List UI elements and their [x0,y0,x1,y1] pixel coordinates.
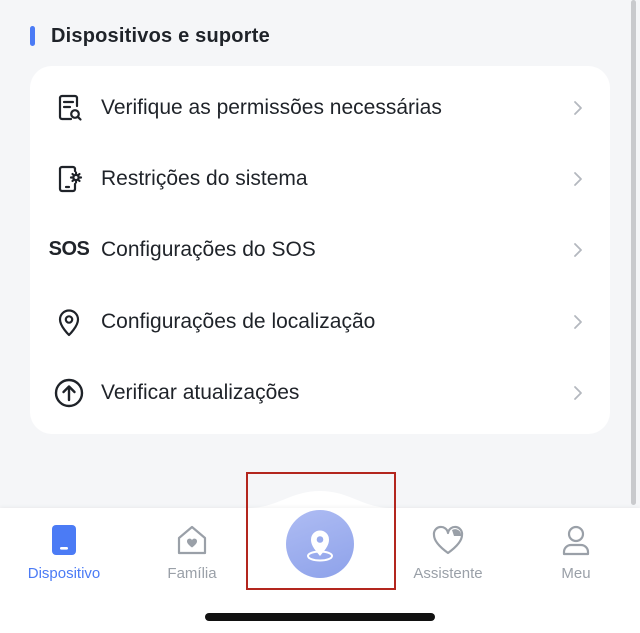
device-icon [46,522,82,558]
menu-item-check-updates[interactable]: Verificar atualizações [30,357,610,428]
location-pin-icon [307,530,333,562]
chevron-right-icon [574,100,582,115]
upload-arrow-icon [50,374,88,412]
menu-item-label: Configurações de localização [101,309,376,333]
section-header: Dispositivos e suporte [30,24,270,48]
settings-card: Verifique as permissões necessárias Rest… [30,66,610,434]
menu-item-label: Restrições do sistema [101,166,308,190]
menu-item-permissions[interactable]: Verifique as permissões necessárias [30,72,610,143]
menu-item-label: Verifique as permissões necessárias [101,95,442,119]
home-indicator [205,613,435,621]
chevron-right-icon [574,171,582,186]
tab-label: Meu [561,565,591,582]
menu-item-label: Configurações do SOS [101,237,316,261]
document-search-icon [50,89,88,127]
scrollbar[interactable] [631,0,636,505]
assistant-heart-icon [430,522,466,558]
tab-familia[interactable]: Família [142,522,242,586]
family-home-icon [174,522,210,558]
chevron-right-icon [574,385,582,400]
chevron-right-icon [574,314,582,329]
center-location-button[interactable] [286,510,354,578]
sos-icon-text: SOS [48,238,90,260]
tab-meu[interactable]: Meu [526,522,626,586]
tab-assistente[interactable]: Assistente [398,522,498,586]
tab-label: Família [167,565,217,582]
tablet-settings-icon [50,160,88,198]
location-pin-icon [50,303,88,341]
section-accent-bar [30,26,35,46]
menu-item-location-settings[interactable]: Configurações de localização [30,286,610,357]
tab-label: Dispositivo [27,565,101,582]
menu-item-label: Verificar atualizações [101,380,300,404]
sos-icon: SOS [48,231,90,269]
tab-label: Assistente [413,565,483,582]
tab-dispositivo[interactable]: Dispositivo [14,522,114,586]
chevron-right-icon [574,242,582,257]
profile-icon [558,522,594,558]
menu-item-sos-settings[interactable]: SOS Configurações do SOS [30,214,610,285]
menu-item-system-restrictions[interactable]: Restrições do sistema [30,143,610,214]
section-title: Dispositivos e suporte [51,24,270,47]
